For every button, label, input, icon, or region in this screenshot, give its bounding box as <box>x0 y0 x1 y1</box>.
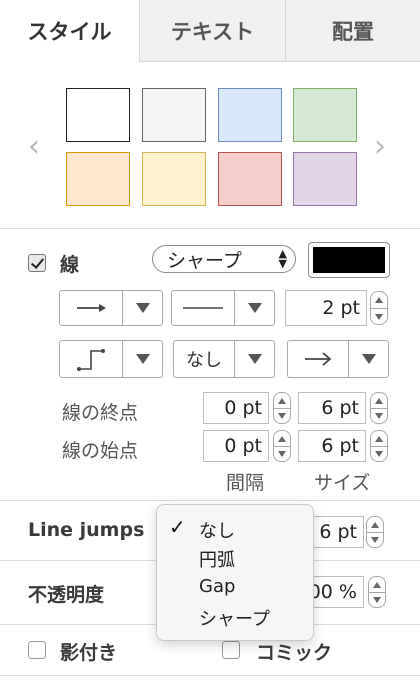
line-jumps-dropdown-menu: ✓ なし 円弧 Gap シャープ <box>156 504 314 641</box>
line-end-size-stepper[interactable] <box>370 392 388 424</box>
line-start-spacing-field[interactable]: 0 pt <box>203 430 269 462</box>
line-end-size-field[interactable]: 6 pt <box>298 392 366 424</box>
divider <box>0 675 420 676</box>
updown-arrows-icon: ▲ ▼ <box>278 247 287 270</box>
arrow-right-icon <box>60 291 122 325</box>
checkmark-icon: ✓ <box>169 515 186 539</box>
dropdown-arrow-icon <box>348 341 388 377</box>
style-swatch[interactable] <box>218 88 282 142</box>
line-width-stepper[interactable] <box>370 291 388 325</box>
line-end-select[interactable] <box>287 340 389 378</box>
line-start-size-field[interactable]: 6 pt <box>298 430 366 462</box>
line-jumps-size-stepper[interactable] <box>366 516 384 548</box>
orthogonal-waypoint-icon <box>60 341 122 377</box>
tab-text[interactable]: テキスト <box>139 0 285 62</box>
menu-item-none[interactable]: なし <box>199 517 235 543</box>
style-swatch[interactable] <box>142 88 206 142</box>
style-swatch[interactable] <box>66 152 130 206</box>
line-color-well[interactable] <box>308 242 390 278</box>
line-start-select[interactable]: なし <box>173 340 275 378</box>
style-swatch[interactable] <box>66 88 130 142</box>
menu-item-gap[interactable]: Gap <box>199 576 235 597</box>
style-swatch[interactable] <box>218 152 282 206</box>
style-swatch[interactable] <box>293 88 357 142</box>
tab-style[interactable]: スタイル <box>0 0 139 62</box>
line-style-select[interactable]: シャープ ▲ ▼ <box>152 245 296 273</box>
line-end-spacing-field[interactable]: 0 pt <box>203 392 269 424</box>
line-jumps-label: Line jumps <box>28 519 145 541</box>
solid-line-icon <box>172 291 234 325</box>
size-header: サイズ <box>314 472 371 494</box>
line-start-size-stepper[interactable] <box>370 430 388 462</box>
line-end-label: 線の終点 <box>62 402 139 424</box>
format-tabs: スタイル テキスト 配置 <box>0 0 420 62</box>
menu-item-arc[interactable]: 円弧 <box>199 546 235 572</box>
waypoints-select[interactable] <box>59 340 163 378</box>
dropdown-arrow-icon <box>234 291 274 325</box>
opacity-stepper[interactable] <box>368 576 386 608</box>
menu-item-sharp[interactable]: シャープ <box>199 605 270 631</box>
line-width-field[interactable]: 2 pt <box>285 290 367 326</box>
divider <box>0 228 420 229</box>
line-color-fill <box>313 247 385 273</box>
divider <box>0 500 420 501</box>
dropdown-arrow-icon <box>234 341 274 377</box>
line-pattern-select[interactable] <box>171 290 275 326</box>
chevron-right-icon[interactable]: › <box>374 132 386 162</box>
chevron-left-icon[interactable]: ‹ <box>28 132 40 162</box>
dropdown-arrow-icon <box>122 341 162 377</box>
line-start-spacing-stepper[interactable] <box>273 430 291 462</box>
line-style-value: シャープ <box>167 249 242 272</box>
line-label: 線 <box>60 254 80 276</box>
connector-style-select[interactable] <box>59 290 163 326</box>
tab-arrange[interactable]: 配置 <box>285 0 420 62</box>
style-swatch[interactable] <box>142 152 206 206</box>
style-swatch[interactable] <box>293 152 357 206</box>
comic-checkbox[interactable] <box>222 641 240 659</box>
shadow-label: 影付き <box>60 642 118 664</box>
comic-label: コミック <box>256 642 333 664</box>
line-start-label: 線の始点 <box>62 440 139 462</box>
line-checkbox[interactable] <box>28 254 46 272</box>
shadow-checkbox[interactable] <box>28 641 46 659</box>
opacity-label: 不透明度 <box>28 584 105 606</box>
line-start-value: なし <box>186 350 222 371</box>
dropdown-arrow-icon <box>122 291 162 325</box>
line-end-spacing-stepper[interactable] <box>273 392 291 424</box>
spacing-header: 間隔 <box>226 472 265 494</box>
open-arrow-icon <box>288 341 348 377</box>
